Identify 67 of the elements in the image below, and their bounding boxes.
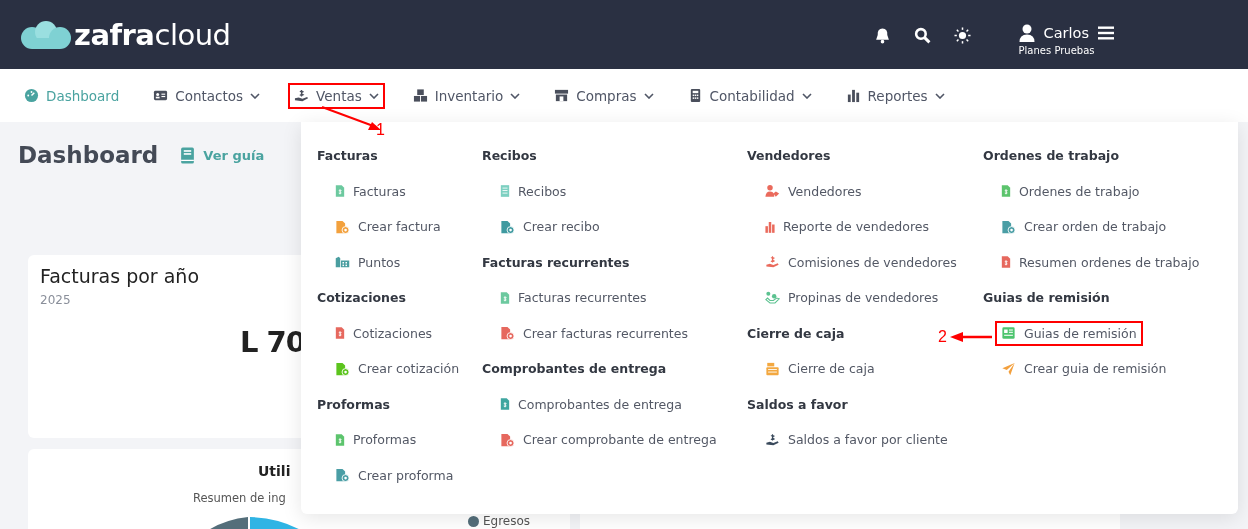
bar-chart-icon [845, 88, 861, 103]
menu-item[interactable]: Crear factura [329, 214, 447, 240]
user-name[interactable]: Carlos [1043, 24, 1089, 41]
hand-money-icon [294, 88, 310, 103]
annotation-arrow [950, 332, 992, 342]
menu-item[interactable]: Resumen ordenes de trabajo [995, 249, 1206, 275]
nav-item[interactable]: Inventario [406, 82, 527, 109]
menu-item[interactable]: Crear recibo [494, 214, 606, 240]
menu-item[interactable]: Cierre de caja [759, 356, 881, 382]
nav-item[interactable]: Compras [548, 82, 660, 109]
boxes-icon [412, 88, 428, 103]
menu-heading: Vendedores [747, 147, 831, 166]
nav-item[interactable]: Ventas [288, 82, 385, 109]
card-title: Facturas por año [40, 265, 200, 287]
book-icon [180, 146, 196, 164]
user-plan: Planes Pruebas [1018, 44, 1096, 56]
page-title: Dashboard [18, 142, 159, 168]
cloud-logo-icon [20, 19, 72, 50]
contact-card-icon [153, 88, 169, 103]
menu-item[interactable]: Cotizaciones [329, 320, 439, 346]
user-icon[interactable] [1018, 23, 1035, 42]
menu-item[interactable]: Crear cotización [329, 356, 466, 382]
menu-heading: Proformas [317, 395, 390, 414]
sun-icon[interactable] [953, 27, 971, 44]
card-year: 2025 [40, 293, 71, 307]
menu-item[interactable]: Guias de remisión [995, 320, 1143, 346]
menu-item[interactable]: Crear guia de remisión [995, 356, 1173, 382]
search-icon[interactable] [913, 27, 931, 44]
legend-dot [468, 515, 479, 527]
menu-item[interactable]: Crear facturas recurrentes [494, 320, 694, 346]
menu-heading: Ordenes de trabajo [983, 147, 1119, 166]
logo-text: zafracloud [74, 17, 231, 52]
menu-heading: Facturas [317, 147, 378, 166]
menu-item[interactable]: Comisiones de vendedores [759, 249, 963, 275]
gauge-icon [24, 88, 39, 103]
menu-heading: Facturas recurrentes [482, 253, 630, 272]
menu-item[interactable]: Vendedores [759, 178, 868, 204]
nav-item[interactable]: Contabilidad [681, 82, 818, 109]
menu-item[interactable]: Propinas de vendedores [759, 285, 945, 311]
menu-item[interactable]: Crear orden de trabajo [995, 214, 1173, 240]
menu-heading: Comprobantes de entrega [482, 360, 667, 379]
menu-heading: Recibos [482, 147, 537, 166]
legend-label: Egresos [483, 514, 531, 528]
menu-item[interactable]: Proformas [329, 427, 423, 453]
menu-heading: Cierre de caja [747, 324, 845, 343]
store-icon [554, 88, 570, 103]
card-title: Utili [258, 463, 291, 479]
menu-item[interactable]: Comprobantes de entrega [494, 391, 688, 417]
menu-item[interactable]: Recibos [494, 178, 573, 204]
menu-heading: Saldos a favor [747, 395, 848, 414]
menu-item[interactable]: Facturas [329, 178, 412, 204]
menu-item[interactable]: Puntos [329, 249, 407, 275]
menu-item[interactable]: Saldos a favor por cliente [759, 427, 954, 453]
menu-item[interactable]: Ordenes de trabajo [995, 178, 1146, 204]
menu-item[interactable]: Crear comprobante de entrega [494, 427, 723, 453]
menu-icon[interactable] [1098, 25, 1114, 40]
menu-item[interactable]: Facturas recurrentes [494, 285, 653, 311]
menu-item[interactable]: Crear proforma [329, 462, 460, 488]
annotation-number: 1 [376, 121, 385, 138]
annotation-number: 2 [938, 328, 947, 345]
card-subtitle: Resumen de ing [193, 491, 286, 505]
menu-heading: Cotizaciones [317, 289, 406, 308]
menu-heading: Guias de remisión [983, 289, 1110, 308]
menu-item[interactable]: Reporte de vendedores [759, 214, 935, 240]
nav-item[interactable]: Contactos [147, 82, 267, 109]
bell-icon[interactable] [873, 27, 891, 44]
nav-item[interactable]: Reportes [839, 82, 951, 109]
